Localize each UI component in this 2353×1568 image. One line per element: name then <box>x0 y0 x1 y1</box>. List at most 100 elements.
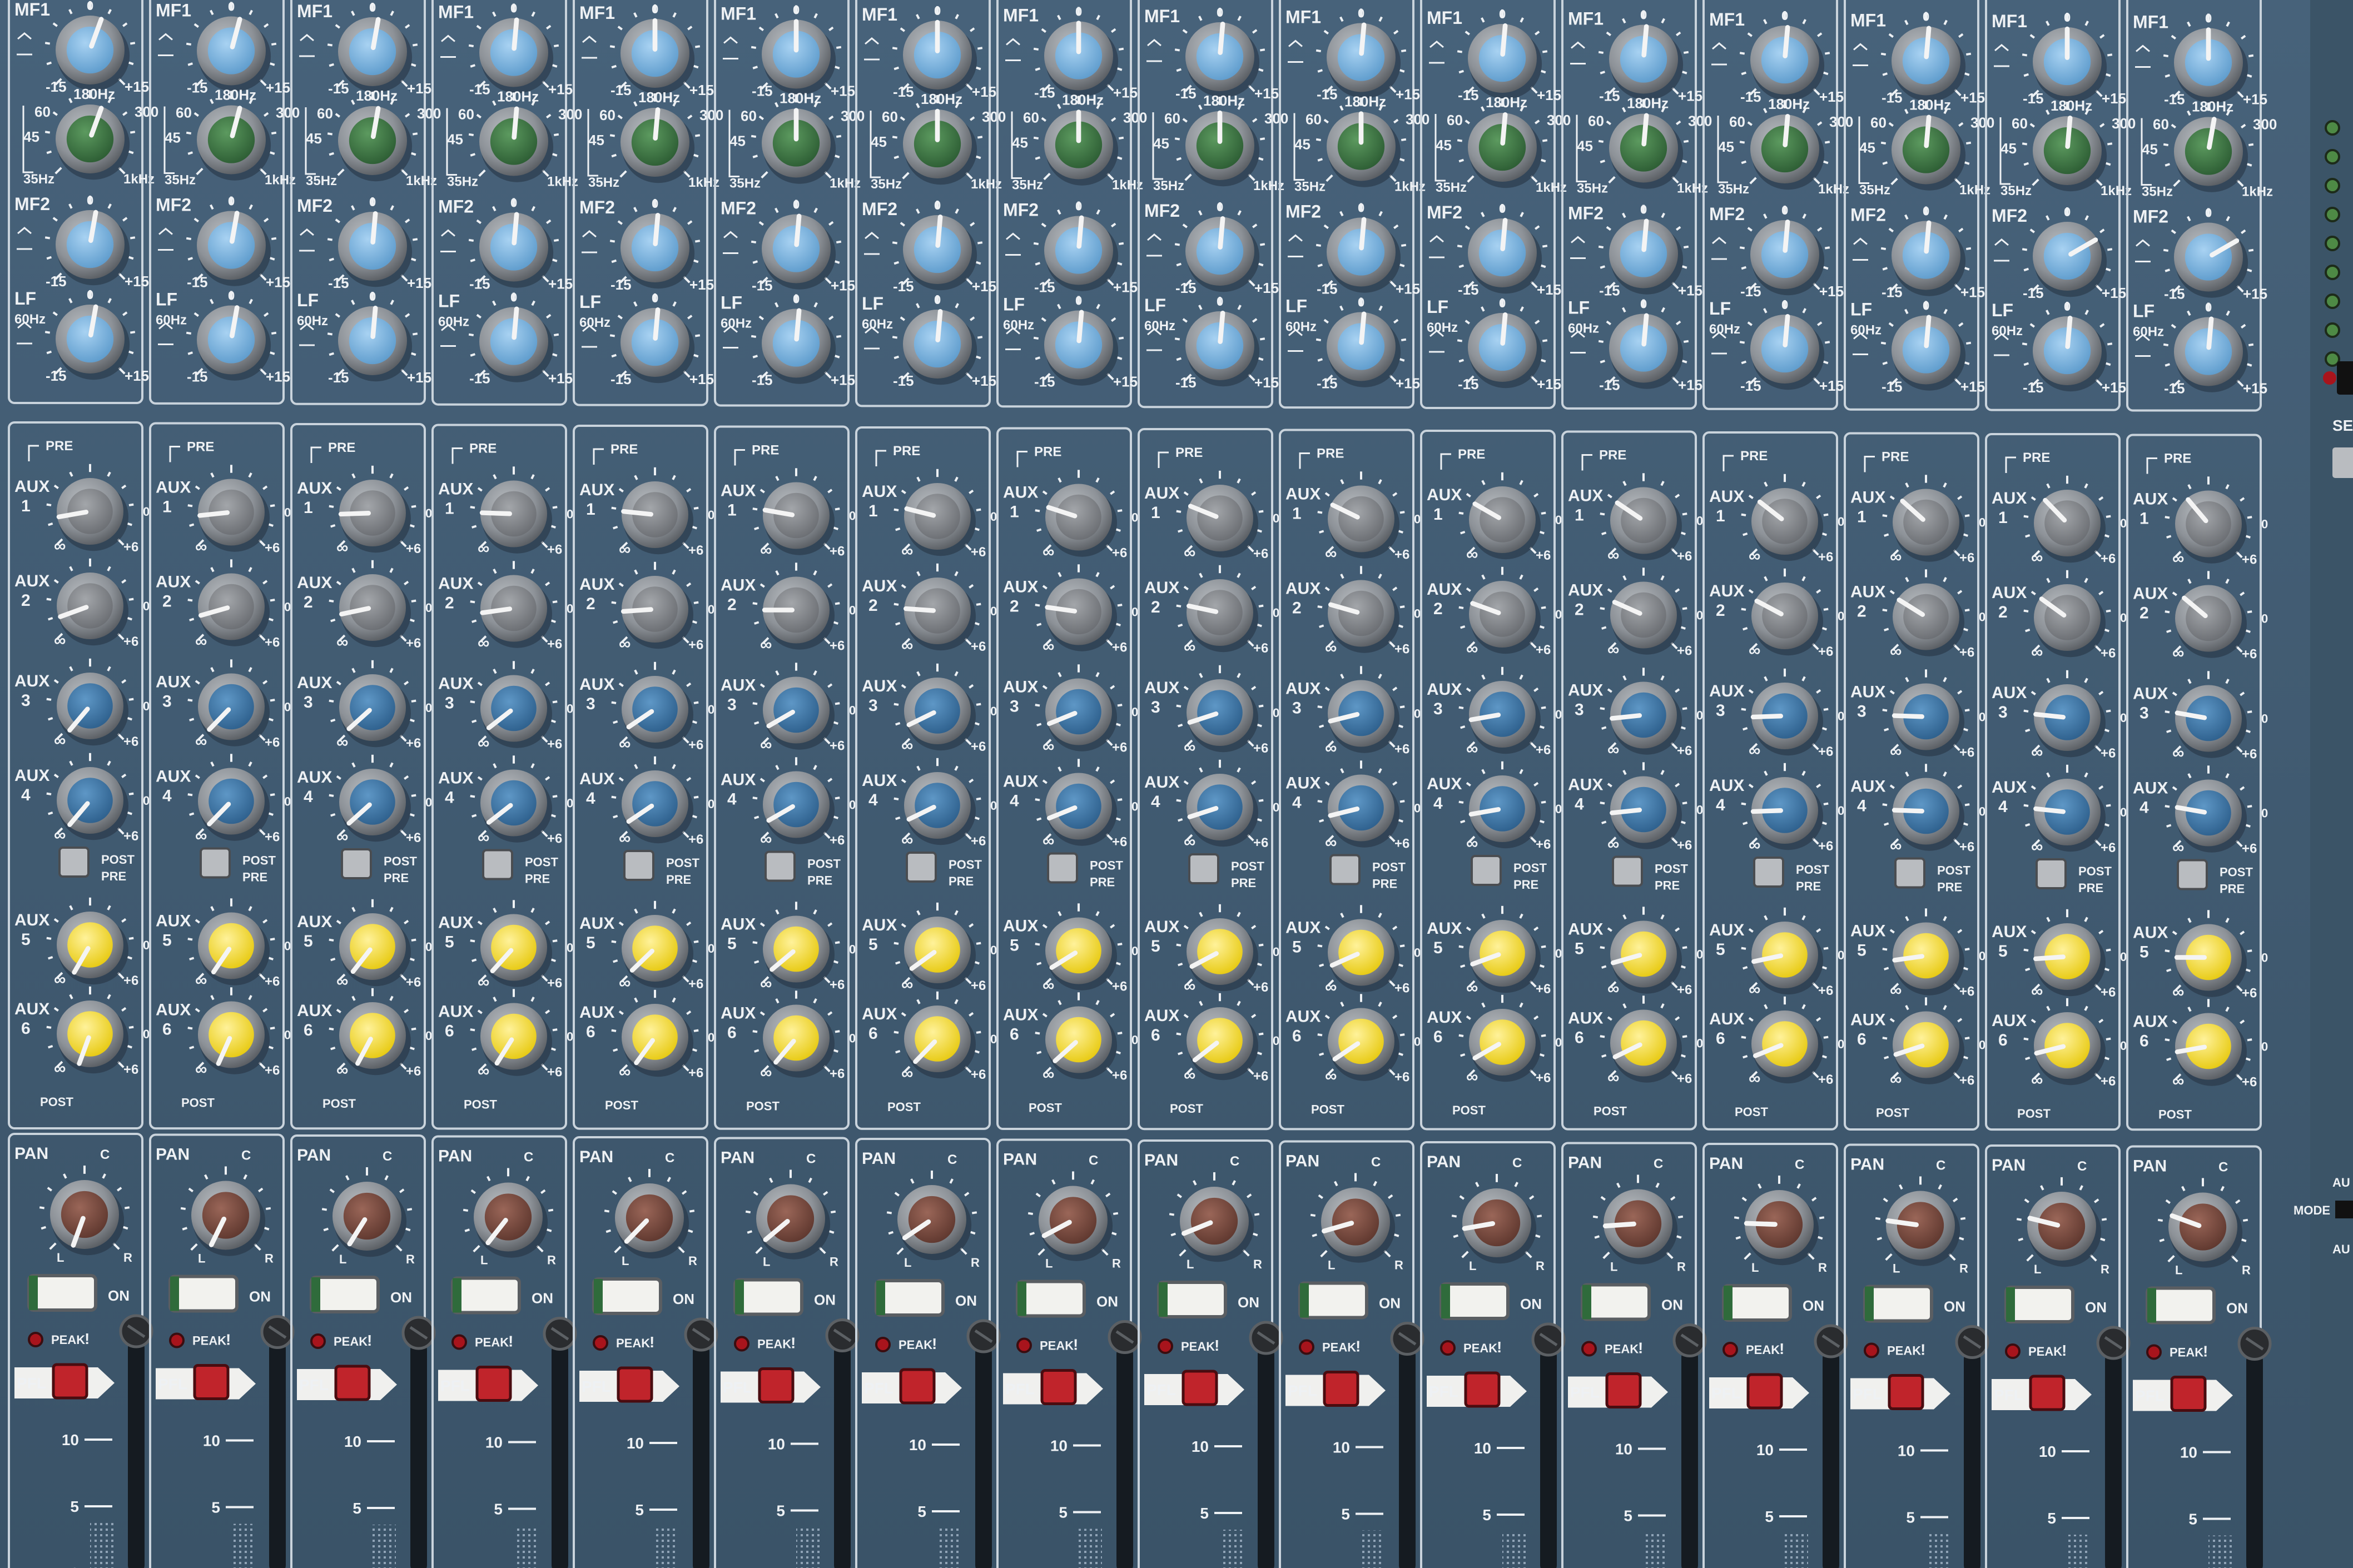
fader-slot[interactable] <box>1258 1346 1274 1568</box>
scale-tick <box>754 1049 759 1053</box>
fader-slot[interactable] <box>1540 1348 1557 1568</box>
panel-label: 0 <box>849 704 856 718</box>
fader-slot[interactable] <box>1681 1348 1698 1568</box>
fader-slot[interactable] <box>1964 1350 1980 1568</box>
aux-pre-post-switch[interactable] <box>1047 852 1078 884</box>
panel-label: ∞ <box>760 541 772 560</box>
pfl-button[interactable] <box>1182 1370 1218 1406</box>
pfl-label: PFL <box>299 1376 329 1393</box>
channel-on-button[interactable] <box>733 1278 803 1316</box>
channel-on-button[interactable] <box>1863 1285 1933 1323</box>
pfl-button[interactable] <box>1746 1373 1783 1410</box>
fader-slot[interactable] <box>552 1342 568 1568</box>
fader-slot[interactable] <box>128 1340 145 1568</box>
pfl-button[interactable] <box>52 1363 88 1400</box>
mode-button[interactable] <box>2335 1201 2353 1218</box>
pfl-button[interactable] <box>1040 1369 1077 1405</box>
aux-number: 1 <box>868 502 878 520</box>
master-switch[interactable] <box>2332 447 2353 478</box>
fader-slot[interactable] <box>1399 1347 1416 1568</box>
panel-label: +6 <box>1253 835 1268 850</box>
pfl-button[interactable] <box>758 1367 795 1403</box>
fader-slot[interactable] <box>693 1343 709 1568</box>
channel-on-button[interactable] <box>2004 1286 2074 1323</box>
pfl-button[interactable] <box>2029 1375 2066 1411</box>
meter-led <box>2325 149 2340 165</box>
pfl-button[interactable] <box>1888 1374 1924 1410</box>
pfl-label: PFL <box>723 1379 752 1396</box>
panel-label: 0 <box>1075 200 1082 213</box>
scale-tick <box>470 600 475 604</box>
scale-tick <box>975 355 981 360</box>
panel-label: +15 <box>407 275 431 291</box>
panel-label: C <box>2077 1159 2087 1174</box>
channel-on-button[interactable] <box>310 1276 380 1313</box>
pfl-button[interactable] <box>899 1368 936 1405</box>
channel-on-button[interactable] <box>27 1274 97 1312</box>
scale-tick <box>834 66 840 69</box>
scale-tick <box>751 135 757 138</box>
aux-pre-post-switch[interactable] <box>1753 857 1784 888</box>
aux-pre-post-switch[interactable] <box>1471 855 1502 886</box>
pfl-button[interactable] <box>617 1366 653 1403</box>
fader-slot[interactable] <box>834 1343 851 1568</box>
fader-slot[interactable] <box>1116 1345 1133 1568</box>
aux-pre-post-switch[interactable] <box>341 848 372 879</box>
aux-pre-post-switch[interactable] <box>1612 855 1643 887</box>
scale-tick <box>1539 725 1545 729</box>
channel-on-button[interactable] <box>451 1276 521 1315</box>
aux-label: AUX <box>1992 684 2027 702</box>
pfl-button[interactable] <box>193 1364 230 1400</box>
fader-slot[interactable] <box>2105 1351 2122 1568</box>
scale-tick <box>41 1226 47 1230</box>
aux-pre-post-switch[interactable] <box>906 852 937 883</box>
channel-on-button[interactable] <box>1581 1283 1651 1321</box>
pfl-button[interactable] <box>2170 1376 2207 1412</box>
channel-on-button[interactable] <box>875 1279 945 1317</box>
channel-on-button[interactable] <box>1439 1282 1510 1320</box>
aux-pre-post-switch[interactable] <box>200 847 231 879</box>
panel-label: R <box>265 1252 274 1266</box>
channel-on-button[interactable] <box>168 1275 239 1313</box>
aux-pre-post-switch[interactable] <box>1329 854 1361 885</box>
channel-on-button[interactable] <box>1016 1280 1086 1318</box>
channel-on-button[interactable] <box>2146 1286 2216 1325</box>
fader-slot[interactable] <box>1823 1350 1839 1568</box>
peak-label: PEAK <box>1181 1340 1215 1353</box>
pfl-button[interactable] <box>334 1365 371 1401</box>
peak-led <box>1864 1342 1879 1358</box>
aux-pre-post-switch[interactable] <box>2177 859 2208 890</box>
scale-tick <box>271 237 277 241</box>
panel-label: +15 <box>2102 90 2126 107</box>
fader-slot[interactable] <box>2246 1352 2263 1568</box>
eq-band-label: MF1 <box>1992 11 2027 31</box>
knob-cap <box>1338 785 1384 831</box>
channel-on-button[interactable] <box>592 1277 662 1315</box>
aux-pre-post-switch[interactable] <box>623 850 654 881</box>
aux-pre-post-switch[interactable] <box>1188 853 1219 884</box>
panel-label: 45 <box>1436 137 1452 153</box>
pfl-button[interactable] <box>1464 1371 1501 1408</box>
channel-on-button[interactable] <box>1157 1281 1227 1318</box>
fader-slot[interactable] <box>269 1340 286 1568</box>
pfl-button[interactable] <box>475 1366 512 1402</box>
scale-tick <box>189 812 195 816</box>
aux-pre-post-switch[interactable] <box>58 847 90 878</box>
fader-slot[interactable] <box>975 1345 992 1568</box>
scale-tick <box>752 66 758 69</box>
fader-slot[interactable] <box>410 1341 427 1568</box>
channel-on-button[interactable] <box>1722 1284 1792 1322</box>
aux-pre-post-switch[interactable] <box>1894 857 1925 889</box>
panel-label: +6 <box>2242 842 2257 857</box>
aux-pre-post-switch[interactable] <box>2036 858 2067 889</box>
channel-on-button[interactable] <box>1298 1281 1368 1320</box>
aux-pre-post-switch[interactable] <box>482 849 513 880</box>
pfl-button[interactable] <box>1605 1372 1642 1408</box>
scale-tick <box>1399 800 1405 803</box>
pfl-button[interactable] <box>1323 1371 1359 1407</box>
aux-pre-post-switch[interactable] <box>765 850 796 882</box>
pfl-label: PFL <box>582 1378 611 1395</box>
knob-pointer <box>1750 714 1784 720</box>
scale-tick <box>1029 1232 1035 1236</box>
master-button[interactable] <box>2337 361 2353 395</box>
